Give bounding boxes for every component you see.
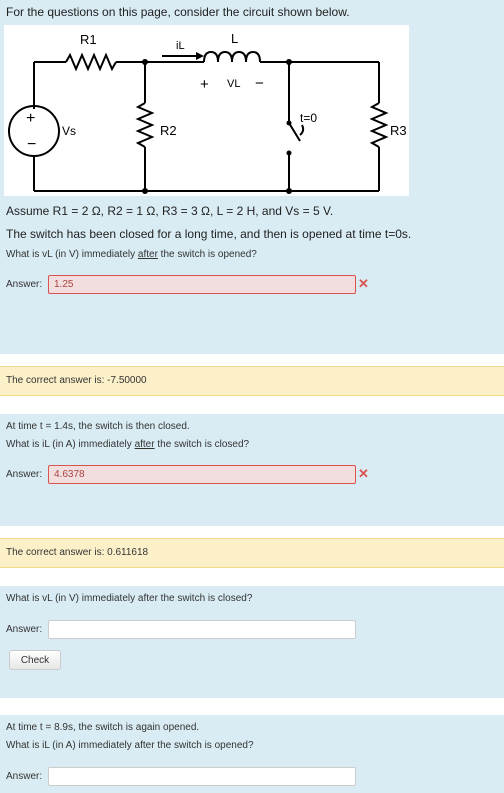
q1-question-text: What is vL (in V) immediately after the … — [6, 249, 257, 260]
label-r3: R3 — [390, 123, 407, 138]
label-vs-minus: − — [27, 136, 36, 153]
q3-answer-input[interactable] — [48, 620, 356, 639]
resistor-r3 — [369, 102, 389, 148]
q3-answer-label: Answer: — [6, 624, 43, 635]
q1-block: Answer: ✕ — [0, 246, 504, 354]
label-il: iL — [176, 40, 185, 52]
label-r2: R2 — [160, 123, 177, 138]
circuit-diagram: R1 iL L + VL − + − Vs R2 t=0 R3 — [4, 25, 409, 196]
q3-question: What is vL (in V) immediately after the … — [6, 593, 253, 604]
current-arrow-icon — [196, 52, 204, 60]
q1-answer-input[interactable] — [48, 275, 356, 294]
label-vs: Vs — [62, 124, 76, 138]
label-switch-time: t=0 — [300, 111, 317, 125]
incorrect-x-icon: ✕ — [358, 276, 369, 291]
q4-question: What is iL (in A) immediately after the … — [6, 740, 254, 751]
resistor-r1 — [65, 52, 117, 72]
check-button[interactable]: Check — [9, 650, 61, 670]
q2-answer-input[interactable] — [48, 465, 356, 484]
label-vs-plus: + — [26, 110, 35, 127]
assume-values: Assume R1 = 2 Ω, R2 = 1 Ω, R3 = 3 Ω, L =… — [6, 204, 334, 218]
switch-note: The switch has been closed for a long ti… — [6, 227, 412, 241]
intro-text: For the questions on this page, consider… — [6, 5, 350, 19]
q1-correct-feedback: The correct answer is: -7.50000 — [0, 366, 504, 396]
inductor-l — [203, 50, 261, 63]
q2-correct-text: The correct answer is: 0.611618 — [6, 547, 149, 558]
q1-answer-label: Answer: — [6, 279, 43, 290]
label-r1: R1 — [80, 32, 97, 47]
label-vl-plus: + — [200, 76, 209, 93]
q2-correct-feedback: The correct answer is: 0.611618 — [0, 538, 504, 568]
q2-time-note: At time t = 1.4s, the switch is then clo… — [6, 421, 190, 432]
q4-block: At time t = 8.9s, the switch is again op… — [0, 715, 504, 793]
label-vl: VL — [227, 78, 240, 90]
q3-block: What is vL (in V) immediately after the … — [0, 586, 504, 698]
q4-answer-input[interactable] — [48, 767, 356, 786]
q1-correct-text: The correct answer is: -7.50000 — [6, 375, 147, 386]
resistor-r2 — [135, 102, 155, 148]
q2-block: At time t = 1.4s, the switch is then clo… — [0, 414, 504, 526]
q4-answer-label: Answer: — [6, 771, 43, 782]
label-vl-minus: − — [255, 75, 264, 92]
incorrect-x-icon: ✕ — [358, 466, 369, 481]
q4-time-note: At time t = 8.9s, the switch is again op… — [6, 722, 200, 733]
intro-panel: For the questions on this page, consider… — [0, 0, 504, 246]
q2-question: What is iL (in A) immediately after the … — [6, 439, 250, 450]
q2-answer-label: Answer: — [6, 469, 43, 480]
label-l: L — [231, 31, 238, 46]
